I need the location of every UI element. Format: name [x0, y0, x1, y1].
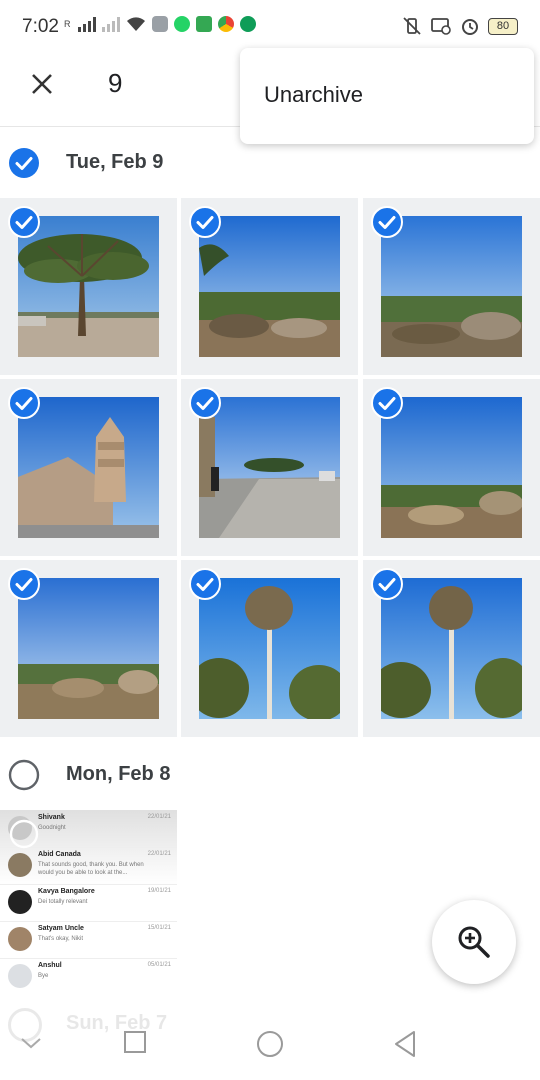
- avatar: [8, 927, 32, 951]
- chat-icon: [239, 16, 256, 32]
- chat-row: Abid Canada That sounds good, thank you.…: [0, 847, 177, 885]
- chat-name: Kavya Bangalore: [38, 888, 95, 895]
- chat-name: Satyam Uncle: [38, 925, 84, 932]
- chat-name: Abid Canada: [38, 851, 81, 858]
- select-all-checkbox[interactable]: [8, 759, 40, 791]
- photo-tile[interactable]: [363, 198, 540, 375]
- recents-icon[interactable]: [123, 1030, 147, 1054]
- photo-tile[interactable]: [181, 560, 358, 737]
- back-icon[interactable]: [393, 1030, 417, 1058]
- chat-message: That's okay, Nikit: [38, 936, 84, 942]
- home-icon[interactable]: [256, 1030, 284, 1058]
- unarchive-menu-item[interactable]: Unarchive: [264, 82, 363, 108]
- chat-message: Bye: [38, 973, 49, 979]
- selected-check-icon[interactable]: [371, 206, 403, 238]
- selected-check-icon[interactable]: [189, 387, 221, 419]
- zoom-in-icon: [458, 926, 490, 958]
- photo-tile[interactable]: [181, 379, 358, 556]
- selected-check-icon[interactable]: [8, 387, 40, 419]
- avatar: [8, 853, 32, 877]
- wifi-icon: [126, 17, 145, 31]
- selected-check-icon[interactable]: [8, 206, 40, 238]
- chat-name: Shivank: [38, 814, 65, 821]
- zoom-button[interactable]: [432, 900, 516, 984]
- unselected-check-icon[interactable]: [8, 818, 40, 850]
- photo-tile[interactable]: [363, 560, 540, 737]
- select-all-checkbox[interactable]: [8, 147, 40, 179]
- signal-icon: [101, 16, 120, 32]
- selected-check-icon[interactable]: [371, 568, 403, 600]
- photo-tile[interactable]: [181, 198, 358, 375]
- avatar: [8, 964, 32, 988]
- selected-check-icon[interactable]: [189, 568, 221, 600]
- system-nav-bar: [0, 1010, 540, 1080]
- selected-check-icon[interactable]: [371, 387, 403, 419]
- photo-tile[interactable]: [0, 560, 177, 737]
- chrome-icon: [217, 16, 234, 32]
- battery-icon: 80: [488, 17, 518, 35]
- photo-tile[interactable]: [363, 379, 540, 556]
- roaming-indicator: R: [64, 19, 71, 29]
- vibrate-off-icon: [403, 17, 421, 35]
- close-icon[interactable]: [24, 66, 60, 102]
- photo-tile[interactable]: [0, 198, 177, 375]
- chevron-down-icon[interactable]: [20, 1036, 42, 1050]
- chat-message: Dei totally relevant: [38, 899, 88, 905]
- status-left-icons: R: [64, 16, 256, 32]
- status-time: 7:02: [22, 16, 59, 37]
- chat-row: Kavya Bangalore Dei totally relevant 19/…: [0, 884, 177, 922]
- chat-row: Satyam Uncle That's okay, Nikit 15/01/21: [0, 921, 177, 959]
- overflow-menu: Unarchive: [240, 48, 534, 144]
- selected-check-icon[interactable]: [8, 568, 40, 600]
- whatsapp-icon: [173, 16, 190, 32]
- app-icon: [151, 16, 168, 32]
- section-date: Tue, Feb 9: [66, 151, 164, 173]
- section-date: Mon, Feb 8: [66, 763, 171, 785]
- selected-check-icon[interactable]: [189, 206, 221, 238]
- chat-date: 05/01/21: [147, 962, 171, 968]
- photo-tile[interactable]: [0, 379, 177, 556]
- chat-date: 22/01/21: [147, 814, 171, 820]
- chat-date: 19/01/21: [147, 888, 171, 894]
- status-bar: 7:02 R 80: [0, 0, 540, 54]
- signal-icon: [77, 16, 96, 32]
- chat-message: That sounds good, thank you. But when wo…: [38, 862, 144, 876]
- puzzle-icon: [195, 16, 212, 32]
- alarm-icon: [462, 19, 478, 35]
- chat-date: 22/01/21: [147, 851, 171, 857]
- screenshot-thumbnail[interactable]: Shivank Goodnight 22/01/21 Abid Canada T…: [0, 810, 177, 1000]
- chat-message: Goodnight: [38, 825, 66, 831]
- chat-row: Anshul Bye 05/01/21: [0, 958, 177, 995]
- date-header-mon-feb-8: Mon, Feb 8: [0, 744, 540, 804]
- avatar: [8, 890, 32, 914]
- chat-name: Anshul: [38, 962, 62, 969]
- status-right-icons: 80: [402, 16, 518, 36]
- chat-date: 15/01/21: [147, 925, 171, 931]
- selected-count: 9: [108, 68, 123, 98]
- cast-icon: [431, 18, 451, 35]
